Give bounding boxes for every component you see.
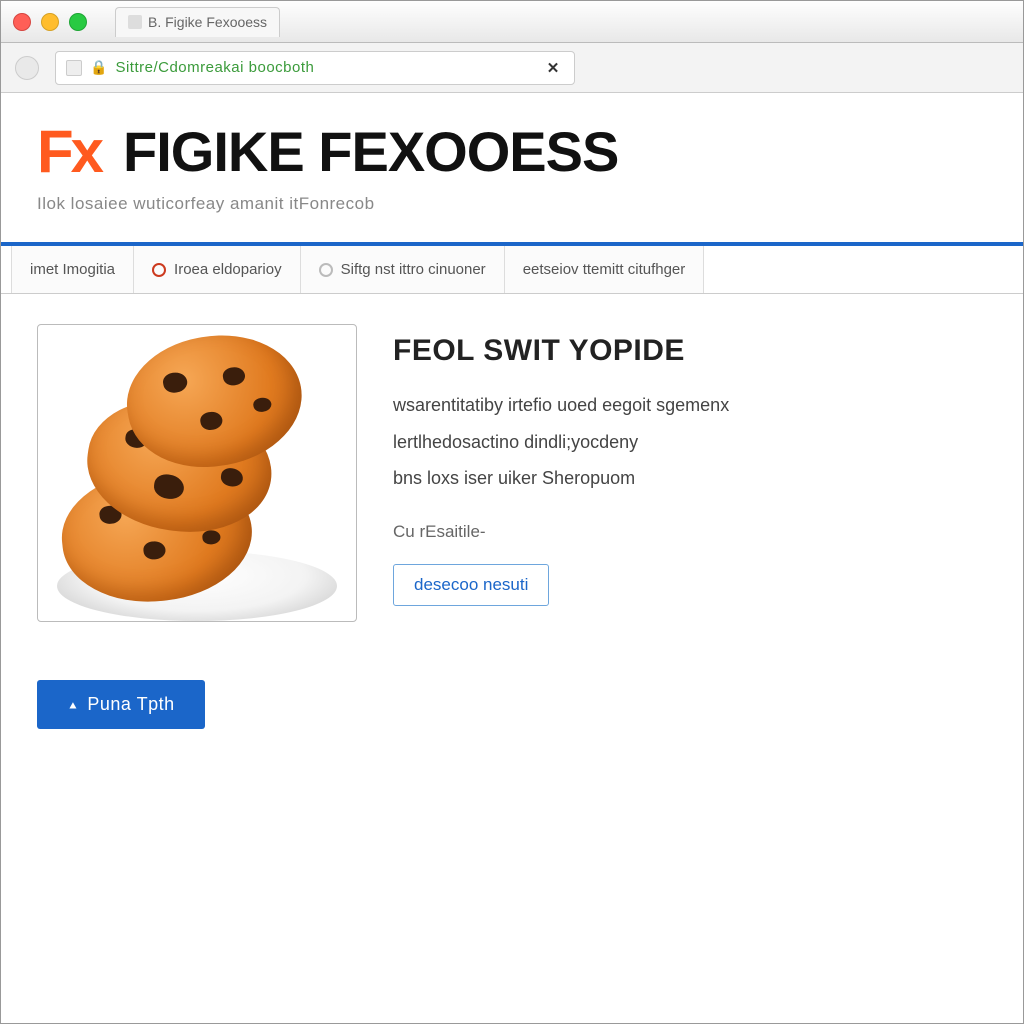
tab-label: imet Imogitia [30, 261, 115, 278]
product-description-line: wsarentitatiby irtefio uoed eegoit sgeme… [393, 390, 987, 421]
toolbar: 🔒 Sittre/Cdomreakai boocboth ✕ [1, 43, 1023, 93]
page-header: Fx Figike Fexooess Ilok losaiee wuticorf… [1, 93, 1023, 232]
main-content: Feol swit yopide wsarentitatiby irtefio … [1, 294, 1023, 652]
window-controls [13, 13, 87, 31]
secondary-button[interactable]: desecoo nesuti [393, 564, 549, 606]
category-tabs: imet Imogitia Iroea eldoparioy Siftg nst… [1, 246, 1023, 294]
browser-window: B. Figike Fexooess 🔒 Sittre/Cdomreakai b… [0, 0, 1024, 1024]
product-details: Feol swit yopide wsarentitatiby irtefio … [393, 324, 987, 622]
product-meta: Cu rEsaitile- [393, 522, 987, 542]
product-card [37, 324, 357, 622]
tab-item-0[interactable]: imet Imogitia [11, 246, 134, 293]
url-text: Sittre/Cdomreakai boocboth [115, 59, 314, 76]
clear-url-icon[interactable]: ✕ [542, 59, 564, 77]
lock-icon: 🔒 [90, 59, 107, 76]
product-description-line: bns loxs iser uiker Sheropuom [393, 463, 987, 494]
action-row: Puna Tpth [1, 652, 1023, 739]
tab-label: Siftg nst ittro cinuoner [341, 261, 486, 278]
tab-label: Iroea eldoparioy [174, 261, 282, 278]
tab-item-2[interactable]: Siftg nst ittro cinuoner [301, 246, 505, 293]
logo-mark: Fx [37, 122, 101, 182]
tab-item-1[interactable]: Iroea eldoparioy [134, 246, 301, 293]
browser-tab[interactable]: B. Figike Fexooess [115, 7, 280, 37]
tab-label: eetseiov ttemitt citufhger [523, 261, 686, 278]
minimize-window-icon[interactable] [41, 13, 59, 31]
site-title: Figike Fexooess [123, 119, 618, 184]
favicon-icon [128, 15, 142, 29]
close-window-icon[interactable] [13, 13, 31, 31]
product-image [57, 341, 337, 621]
product-description-line: lertlhedosactino dindli;yocdeny [393, 427, 987, 458]
tagline: Ilok losaiee wuticorfeay amanit itFonrec… [37, 194, 987, 214]
primary-action-label: Puna Tpth [87, 694, 174, 715]
product-title: Feol swit yopide [393, 334, 987, 368]
titlebar: B. Figike Fexooess [1, 1, 1023, 43]
address-bar[interactable]: 🔒 Sittre/Cdomreakai boocboth ✕ [55, 51, 575, 85]
maximize-window-icon[interactable] [69, 13, 87, 31]
nav-back-button[interactable] [15, 56, 39, 80]
site-identity-icon [66, 60, 82, 76]
tab-item-3[interactable]: eetseiov ttemitt citufhger [505, 246, 705, 293]
circle-icon [152, 263, 166, 277]
primary-action-button[interactable]: Puna Tpth [37, 680, 205, 729]
circle-icon [319, 263, 333, 277]
browser-tab-title: B. Figike Fexooess [148, 14, 267, 30]
